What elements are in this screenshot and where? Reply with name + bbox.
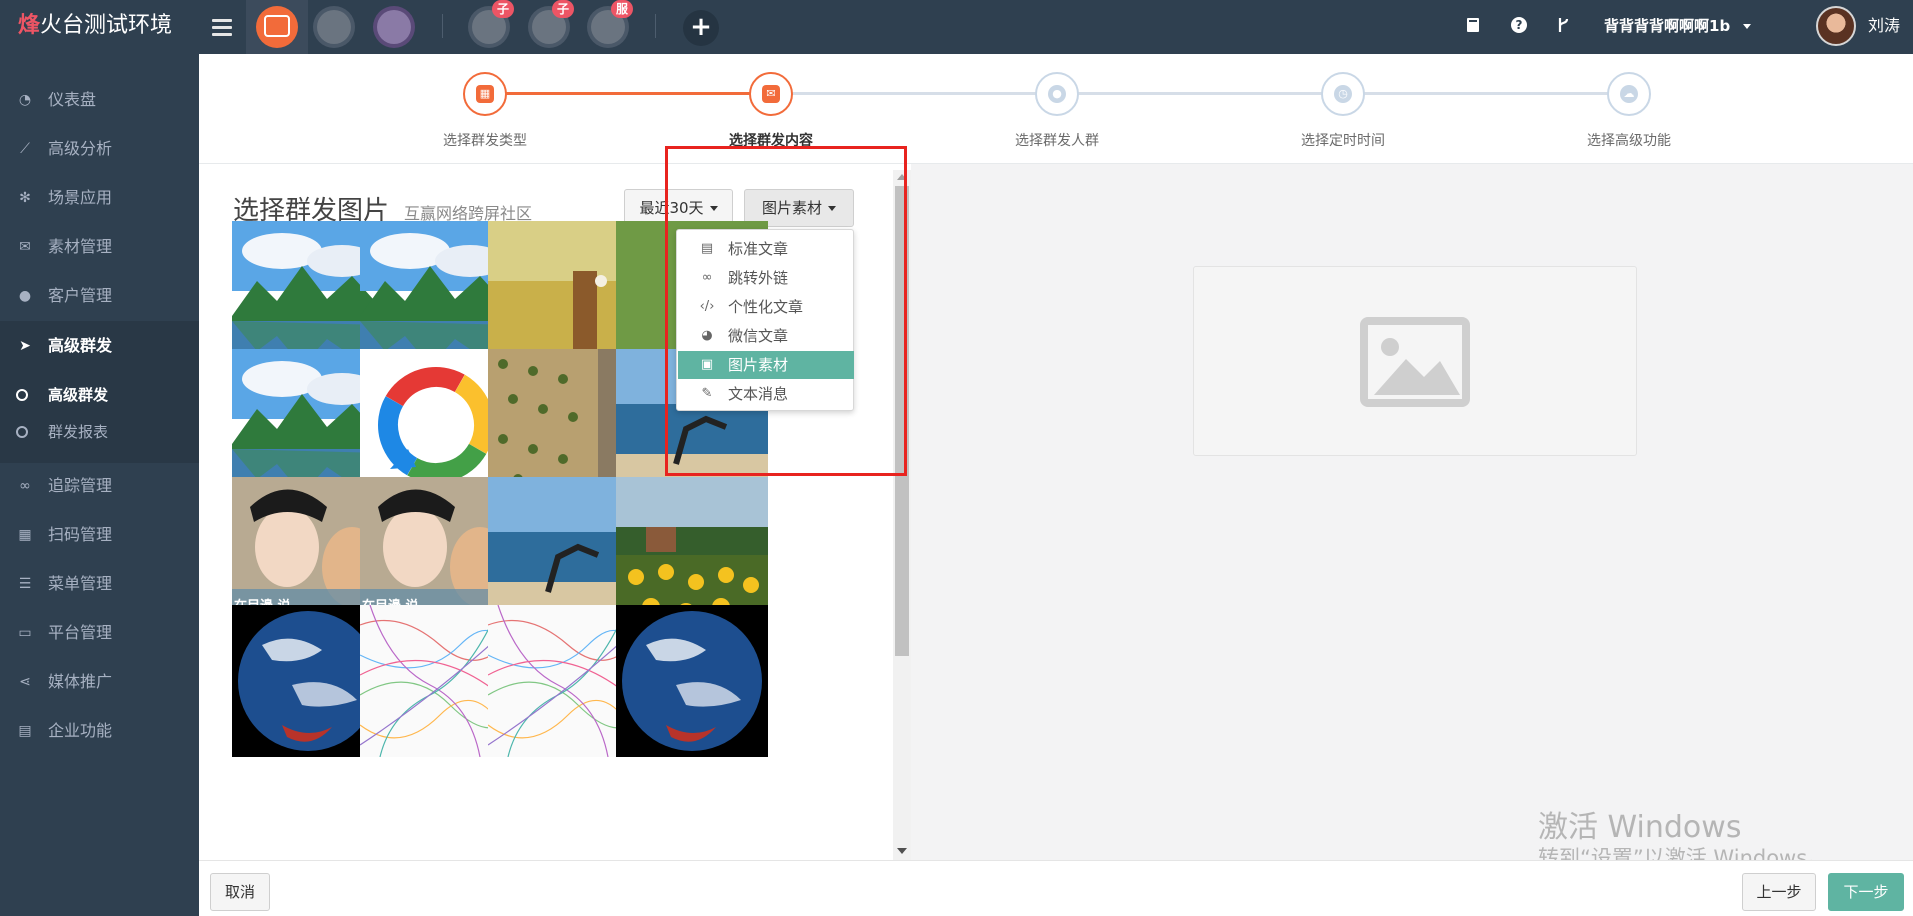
sidebar-item-platform[interactable]: ▭ 平台管理 xyxy=(0,609,199,657)
image-preview xyxy=(1193,266,1637,456)
sidebar-item-materials[interactable]: ✉ 素材管理 xyxy=(0,223,199,271)
scroll-up-icon[interactable] xyxy=(897,174,907,180)
code-icon: ‹/› xyxy=(699,299,715,314)
sub-account-icon[interactable]: 子 xyxy=(468,0,514,48)
sub-account-icon[interactable]: 子 xyxy=(528,0,574,48)
sidebar-subitem-report[interactable]: 群发报表 xyxy=(0,414,199,450)
image-thumbnail[interactable] xyxy=(616,605,768,757)
image-placeholder-icon xyxy=(1360,317,1470,407)
menu-item-standard-article[interactable]: ▤ 标准文章 xyxy=(678,235,854,263)
image-icon: ▣ xyxy=(700,357,714,372)
step-audience[interactable]: ● 选择群发人群 xyxy=(957,72,1157,150)
sub-badge: 子 xyxy=(552,0,574,18)
sidebar-item-tracking[interactable]: ∞ 追踪管理 xyxy=(0,462,199,510)
scroll-down-icon[interactable] xyxy=(897,848,907,854)
top-app-active[interactable] xyxy=(246,0,308,54)
dashboard-icon: ◔ xyxy=(18,92,32,108)
chart-icon: ⟋ xyxy=(20,141,30,157)
send-icon: ➤ xyxy=(19,338,31,354)
menu-item-custom-article[interactable]: ‹/› 个性化文章 xyxy=(678,293,854,321)
link-icon: ∞ xyxy=(19,478,31,494)
svg-text:?: ? xyxy=(1516,18,1523,32)
edit-icon: ✎ xyxy=(701,386,713,401)
sidebar-item-menu[interactable]: ☰ 菜单管理 xyxy=(0,560,199,608)
gear-icon: ✻ xyxy=(19,190,31,206)
wizard-steps: ▦ 选择群发类型 ✉ 选择群发内容 ● 选择群发人群 ◷ 选择定时时间 ☁ 选择… xyxy=(199,54,1913,164)
sidebar-item-customers[interactable]: ● 客户管理 xyxy=(0,272,199,320)
user-name[interactable]: 刘涛 xyxy=(1868,14,1900,38)
sidebar-item-enterprise[interactable]: ▤ 企业功能 xyxy=(0,707,199,755)
account-switcher[interactable]: 背背背背啊啊啊1b xyxy=(1604,14,1752,38)
menu-item-image-material[interactable]: ▣ 图片素材 xyxy=(678,351,854,379)
sidebar-item-media[interactable]: ⋖ 媒体推广 xyxy=(0,658,199,706)
help-icon[interactable]: ? xyxy=(1510,16,1528,38)
menu-item-external-link[interactable]: ∞ 跳转外链 xyxy=(678,264,854,292)
windows-activation-title: 激活 Windows xyxy=(1538,810,1742,845)
next-step-button[interactable]: 下一步 xyxy=(1828,873,1904,911)
book-icon[interactable] xyxy=(1464,16,1482,38)
scrollbar-thumb[interactable] xyxy=(895,186,909,656)
lock-account-icon[interactable] xyxy=(313,6,355,48)
sidebar-item-broadcast[interactable]: ➤ 高级群发 xyxy=(0,321,199,371)
branch-icon[interactable] xyxy=(1556,16,1570,38)
menu-item-wechat-article[interactable]: ◕ 微信文章 xyxy=(678,322,854,350)
clock-icon: ◷ xyxy=(1334,85,1352,103)
grid-icon: ▦ xyxy=(476,85,494,103)
picker-scrollbar[interactable] xyxy=(893,170,911,860)
menu-toggle-icon[interactable] xyxy=(210,12,234,42)
envelope-icon: ✉ xyxy=(19,239,31,255)
cancel-button[interactable]: 取消 xyxy=(210,873,270,911)
brand-logo: 烽火台测试环境 xyxy=(18,13,173,38)
prev-step-button[interactable]: 上一步 xyxy=(1742,873,1816,911)
sidebar-subitem-broadcast[interactable]: 高级群发 xyxy=(0,377,199,413)
sidebar-item-analytics[interactable]: ⟋ 高级分析 xyxy=(0,125,199,173)
file-icon: ▤ xyxy=(700,241,714,256)
share-icon: ⋖ xyxy=(19,674,31,690)
sidebar-item-qrcode[interactable]: ▦ 扫码管理 xyxy=(0,511,199,559)
step-content[interactable]: ✉ 选择群发内容 xyxy=(671,72,871,150)
qrcode-icon: ▦ xyxy=(18,527,32,543)
service-account-icon[interactable]: 服 xyxy=(587,0,633,48)
sidebar-item-dashboard[interactable]: ◔ 仪表盘 xyxy=(0,76,199,124)
app-account-icon xyxy=(256,6,298,48)
cloud-icon: ☁ xyxy=(1620,85,1638,103)
top-navbar: 烽火台测试环境 子 子 服 + ? 背背背背啊啊啊1b 刘涛 xyxy=(0,0,1913,54)
service-badge: 服 xyxy=(611,0,633,18)
lock-account-icon[interactable] xyxy=(373,6,415,48)
sub-badge: 子 xyxy=(492,0,514,18)
step-type[interactable]: ▦ 选择群发类型 xyxy=(385,72,585,150)
link-icon: ∞ xyxy=(701,270,713,285)
user-icon: ● xyxy=(18,288,32,304)
add-account-button[interactable]: + xyxy=(683,10,719,46)
menu-item-text-message[interactable]: ✎ 文本消息 xyxy=(678,380,854,408)
sidebar: ◔ 仪表盘 ⟋ 高级分析 ✻ 场景应用 ✉ 素材管理 ● 客户管理 ➤ 高级群发 高级群发 … xyxy=(0,54,199,916)
wechat-icon: ◕ xyxy=(701,328,713,343)
desktop-icon: ▭ xyxy=(18,625,32,641)
grid-icon: ▤ xyxy=(18,723,32,739)
list-icon: ☰ xyxy=(18,576,32,592)
users-icon: ● xyxy=(1048,85,1066,103)
steps-line xyxy=(771,92,1629,95)
bottom-action-bar: 取消 上一步 下一步 xyxy=(199,860,1913,916)
step-schedule[interactable]: ◷ 选择定时时间 xyxy=(1243,72,1443,150)
sidebar-subnav: 高级群发 群发报表 xyxy=(0,371,199,463)
sidebar-item-scenes[interactable]: ✻ 场景应用 xyxy=(0,174,199,222)
avatar[interactable] xyxy=(1816,6,1856,46)
envelope-icon: ✉ xyxy=(762,85,780,103)
material-type-menu: ▤ 标准文章 ∞ 跳转外链 ‹/› 个性化文章 ◕ 微信文章 ▣ 图片素材 ✎ 文本消息 xyxy=(676,229,854,411)
step-advanced[interactable]: ☁ 选择高级功能 xyxy=(1529,72,1729,150)
